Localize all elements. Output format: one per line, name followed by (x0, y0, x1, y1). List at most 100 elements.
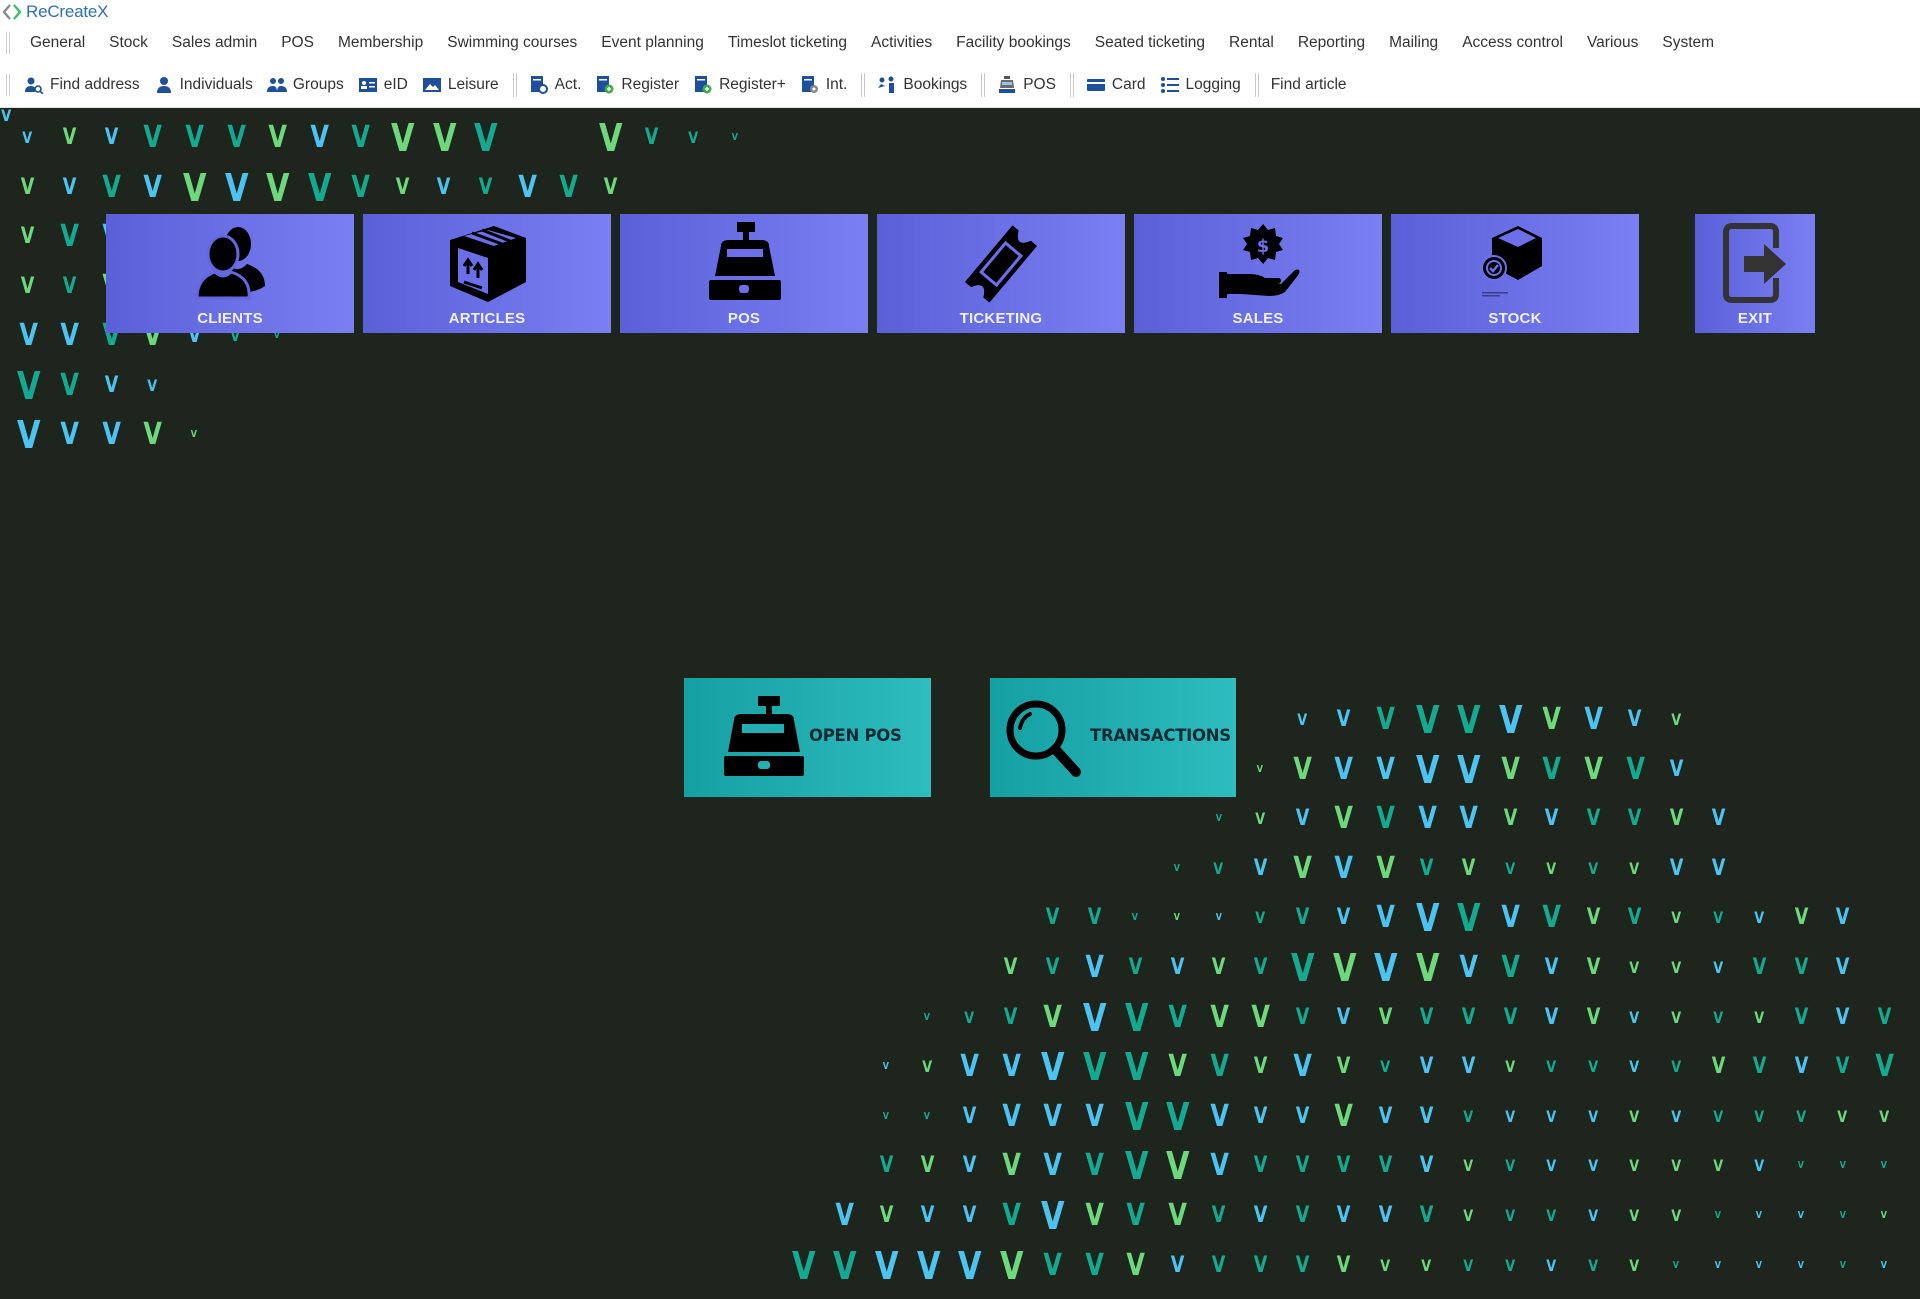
menu-membership[interactable]: Membership (326, 34, 435, 52)
group-icon (266, 76, 287, 94)
pattern-v-glyph: V (1001, 1198, 1021, 1233)
pattern-v-glyph: V (1334, 1098, 1354, 1134)
menu-reporting[interactable]: Reporting (1286, 34, 1377, 52)
pattern-v-glyph: V (1043, 1148, 1062, 1184)
toolbar-groups-button[interactable]: Groups (261, 76, 352, 94)
pattern-v-glyph: V (1457, 747, 1481, 792)
toolbar-separator (1069, 72, 1074, 97)
pattern-v-glyph: V (599, 116, 623, 160)
pattern-v-glyph: V (1756, 1259, 1763, 1271)
toolbar-register-button[interactable]: Register+ (687, 75, 794, 94)
pattern-v-glyph: V (1253, 1153, 1268, 1179)
toolbar-eid-button[interactable]: eID (352, 76, 416, 94)
pattern-v-glyph: V (1004, 955, 1018, 980)
toolbar-label: Find article (1270, 75, 1347, 93)
pattern-v-glyph: V (1085, 1098, 1104, 1134)
pattern-v-glyph: V (1629, 1106, 1640, 1126)
tile-stock[interactable]: STOCK (1391, 214, 1639, 333)
pattern-v-glyph: V (882, 1110, 889, 1122)
pattern-v-glyph: V (962, 1203, 977, 1228)
open-pos-button[interactable]: OPEN POS (684, 678, 931, 797)
toolbar-register-button[interactable]: Register (589, 75, 687, 94)
toolbar-act-button[interactable]: Act. (523, 75, 590, 94)
toolbar-pos-button[interactable]: POS (991, 75, 1064, 94)
toolbar-logging-button[interactable]: Logging (1154, 76, 1249, 94)
pattern-v-glyph: V (1588, 1206, 1598, 1225)
pattern-v-glyph: V (1712, 908, 1723, 928)
menu-stock[interactable]: Stock (97, 34, 160, 52)
pattern-v-glyph: V (1255, 908, 1266, 928)
menu-access-control[interactable]: Access control (1450, 34, 1575, 52)
toolbar-grip[interactable] (6, 73, 10, 96)
pattern-v-glyph: V (1293, 751, 1312, 787)
menu-sales-admin[interactable]: Sales admin (160, 34, 269, 52)
doc-settings-icon (800, 75, 820, 94)
pattern-v-glyph: V (16, 363, 41, 408)
pattern-v-glyph: V (1671, 1206, 1682, 1225)
menu-rental[interactable]: Rental (1217, 34, 1286, 52)
toolbar-leisure-button[interactable]: Leisure (416, 76, 507, 94)
pattern-v-glyph: V (1253, 1252, 1268, 1278)
pattern-v-glyph: V (962, 1153, 977, 1179)
toolbar-card-button[interactable]: Card (1080, 76, 1154, 94)
tile-clients[interactable]: CLIENTS (106, 214, 354, 333)
pattern-v-glyph: V (1420, 1103, 1434, 1129)
menu-system[interactable]: System (1650, 34, 1726, 52)
pattern-v-glyph: V (1503, 806, 1517, 832)
tile-label: TICKETING (959, 310, 1043, 327)
pattern-v-glyph: V (1376, 801, 1395, 837)
pattern-v-glyph: V (1295, 1252, 1309, 1278)
pattern-v-glyph: V (62, 125, 77, 150)
pattern-v-glyph: V (1380, 1255, 1390, 1275)
tile-ticketing[interactable]: TICKETING (877, 214, 1125, 333)
menu-facility-bookings[interactable]: Facility bookings (944, 34, 1083, 52)
pattern-v-glyph: V (1168, 999, 1187, 1035)
pattern-v-glyph: V (1417, 801, 1437, 837)
magnifier-icon (1000, 694, 1090, 784)
menu-pos[interactable]: POS (269, 34, 326, 52)
pattern-v-glyph: V (1837, 1106, 1848, 1126)
pattern-v-glyph: V (21, 224, 35, 249)
menu-grip[interactable] (6, 32, 10, 54)
tile-exit[interactable]: EXIT (1695, 214, 1815, 333)
pattern-v-glyph: V (1336, 1153, 1351, 1179)
tile-pos[interactable]: POS (620, 214, 868, 333)
pattern-v-glyph: V (1376, 900, 1395, 936)
menu-event-planning[interactable]: Event planning (589, 34, 716, 52)
toolbar-find-article-button[interactable]: Find article (1265, 76, 1355, 94)
menu-timeslot-ticketing[interactable]: Timeslot ticketing (716, 34, 859, 52)
pattern-v-glyph: V (1463, 1156, 1474, 1176)
bookings-icon (877, 76, 897, 94)
pattern-v-glyph: V (1586, 1004, 1601, 1030)
toolbar-bookings-button[interactable]: Bookings (871, 76, 975, 94)
pattern-v-glyph: V (1374, 946, 1398, 990)
pattern-v-glyph: V (21, 174, 35, 200)
menu-activities[interactable]: Activities (859, 34, 944, 52)
pattern-v-glyph: V (1085, 950, 1104, 985)
tile-sales[interactable]: $ SALES (1134, 214, 1382, 333)
toolbar-separator (981, 72, 986, 97)
pattern-v-glyph: V (143, 120, 163, 155)
menu-various[interactable]: Various (1575, 34, 1650, 52)
pattern-v-glyph: V (1542, 900, 1562, 936)
tile-label: CLIENTS (197, 310, 263, 327)
toolbar-individuals-button[interactable]: Individuals (148, 76, 261, 94)
toolbar-find-address-button[interactable]: Find address (18, 76, 148, 95)
menu-mailing[interactable]: Mailing (1377, 34, 1450, 52)
menu-seated-ticketing[interactable]: Seated ticketing (1083, 34, 1217, 52)
pattern-v-glyph: V (1544, 1004, 1559, 1030)
pattern-v-glyph: V (1376, 702, 1395, 737)
pattern-v-glyph: V (1629, 1156, 1640, 1176)
tile-articles[interactable]: ARTICLES (363, 214, 611, 333)
main-menu-bar: General Stock Sales admin POS Membership Swim… (0, 24, 1920, 62)
pattern-v-glyph: V (1463, 1106, 1474, 1126)
pattern-v-glyph: V (1629, 858, 1640, 878)
menu-swimming-courses[interactable]: Swimming courses (435, 34, 589, 52)
pattern-v-glyph: V (1041, 1045, 1065, 1090)
menu-general[interactable]: General (18, 34, 97, 52)
pattern-v-glyph: V (1671, 1057, 1682, 1077)
toolbar-int-button[interactable]: Int. (794, 75, 856, 94)
transactions-button[interactable]: TRANSACTIONS (990, 678, 1236, 797)
pattern-v-glyph: V (1714, 1259, 1721, 1271)
pattern-v-glyph: V (1336, 905, 1351, 931)
